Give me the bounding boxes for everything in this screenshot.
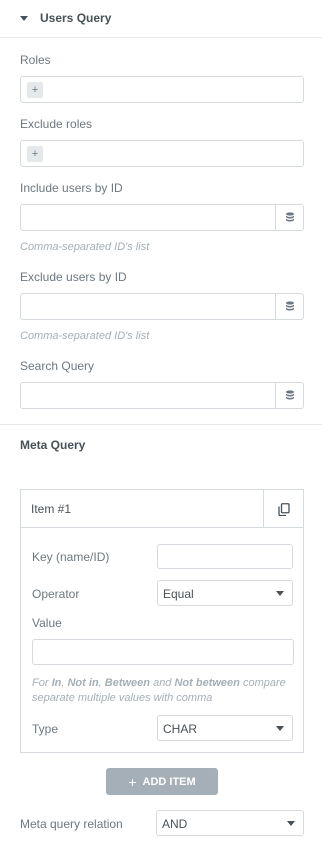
include-users-label: Include users by ID bbox=[20, 181, 123, 195]
operator-label: Operator bbox=[32, 587, 80, 601]
database-icon[interactable] bbox=[275, 205, 303, 230]
repeater-item-title: Item #1 bbox=[31, 502, 72, 516]
database-icon[interactable] bbox=[275, 383, 303, 408]
value-label: Value bbox=[32, 616, 62, 630]
section-divider bbox=[0, 424, 322, 425]
users-query-section-header[interactable]: Users Query bbox=[0, 0, 322, 38]
duplicate-icon[interactable] bbox=[263, 490, 303, 528]
repeater-item-header[interactable]: Item #1 bbox=[21, 490, 303, 528]
chevron-down-icon bbox=[287, 821, 295, 826]
type-label: Type bbox=[32, 722, 59, 736]
key-input[interactable] bbox=[157, 544, 293, 569]
exclude-users-input[interactable] bbox=[20, 293, 304, 320]
exclude-users-hint: Comma-separated ID's list bbox=[20, 330, 150, 342]
operator-select[interactable]: Equal bbox=[157, 580, 293, 606]
add-item-label: ADD ITEM bbox=[142, 775, 196, 788]
exclude-roles-select[interactable]: + bbox=[20, 140, 304, 167]
value-hint: For In, Not in, Between and Not between … bbox=[32, 677, 286, 704]
exclude-users-label: Exclude users by ID bbox=[20, 270, 127, 284]
relation-select[interactable]: AND bbox=[156, 810, 304, 836]
meta-query-heading: Meta Query bbox=[20, 438, 86, 452]
include-users-hint: Comma-separated ID's list bbox=[20, 241, 150, 253]
include-users-input[interactable] bbox=[20, 204, 304, 231]
roles-label: Roles bbox=[20, 53, 51, 67]
chevron-down-icon bbox=[276, 726, 284, 731]
search-query-label: Search Query bbox=[20, 359, 95, 373]
add-item-button[interactable]: + ADD ITEM bbox=[106, 768, 218, 795]
section-title: Users Query bbox=[40, 11, 112, 25]
caret-down-icon bbox=[20, 16, 28, 21]
database-icon[interactable] bbox=[275, 294, 303, 319]
meta-query-item: Item #1 Key (name/ID) Operator Equal Val… bbox=[20, 489, 304, 753]
add-exclude-role-icon[interactable]: + bbox=[27, 146, 43, 162]
chevron-down-icon bbox=[276, 591, 284, 596]
plus-icon: + bbox=[128, 773, 137, 790]
relation-label: Meta query relation bbox=[20, 817, 123, 831]
type-select[interactable]: CHAR bbox=[157, 715, 293, 741]
type-value: CHAR bbox=[163, 722, 198, 736]
operator-value: Equal bbox=[163, 587, 194, 601]
add-role-icon[interactable]: + bbox=[27, 82, 43, 98]
relation-value: AND bbox=[162, 817, 188, 831]
search-query-input[interactable] bbox=[20, 382, 304, 409]
value-input[interactable] bbox=[32, 639, 294, 665]
key-label: Key (name/ID) bbox=[32, 550, 110, 564]
roles-select[interactable]: + bbox=[20, 76, 304, 103]
exclude-roles-label: Exclude roles bbox=[20, 117, 93, 131]
